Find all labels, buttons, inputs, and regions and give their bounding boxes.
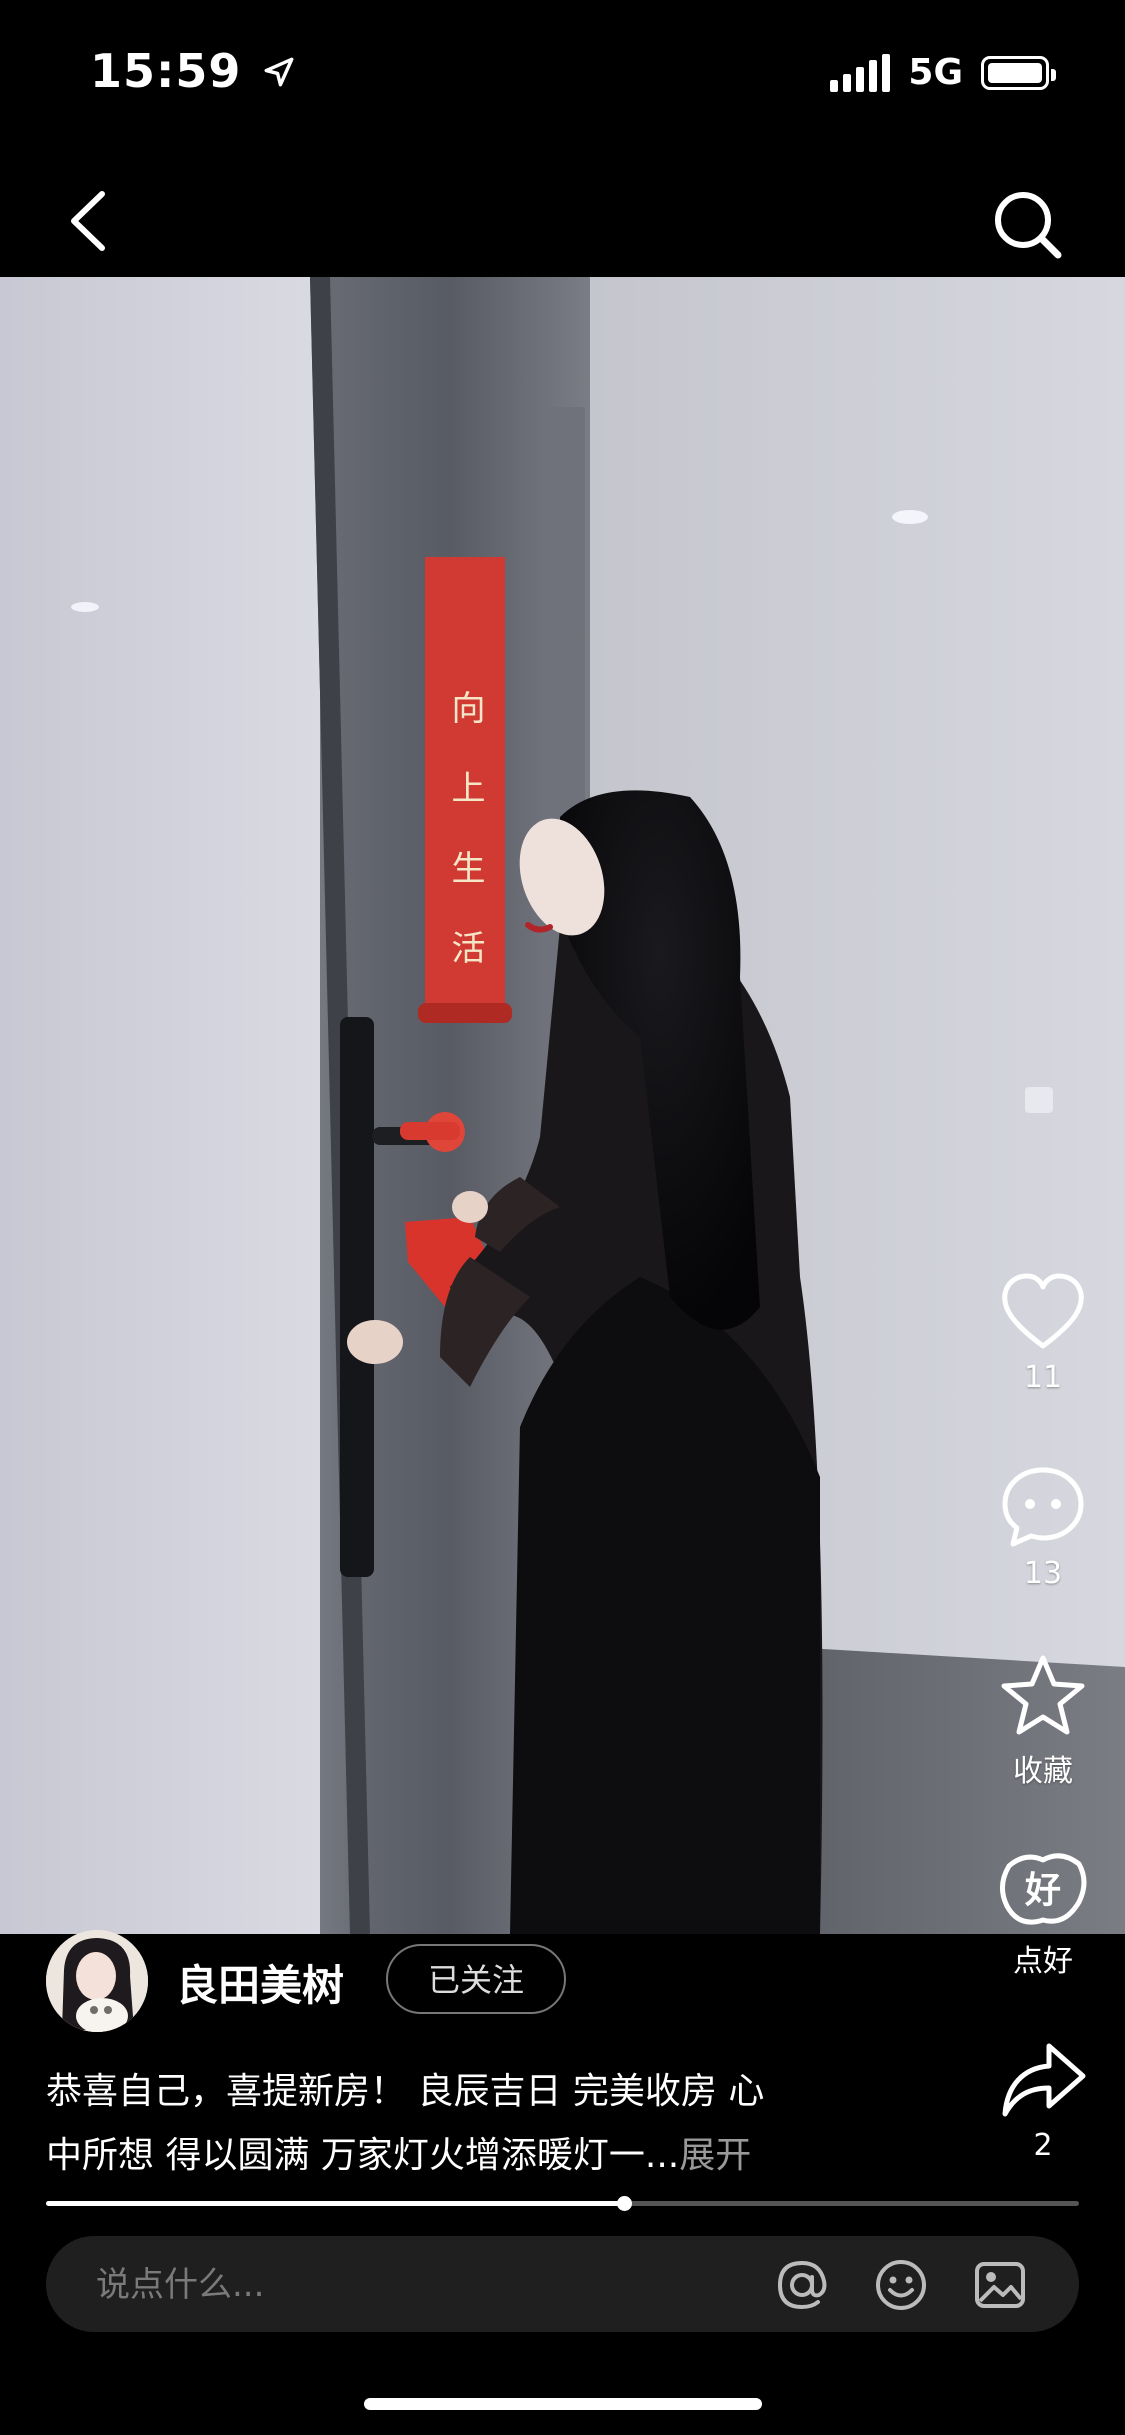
progress-fill [46,2201,625,2206]
video-caption[interactable]: 恭喜自己，喜提新房！ 良辰吉日 完美收房 心 中所想 得以圆满 万家灯火增添暖灯… [46,2060,906,2188]
good-button[interactable]: 好 点好 [989,1846,1097,1980]
emoji-icon[interactable] [873,2257,929,2313]
chevron-left-icon [71,191,105,251]
status-time: 15:59 [90,44,296,98]
comment-bubble-icon [1002,1467,1084,1547]
favorite-label: 收藏 [1013,1754,1073,1789]
caption-line-1: 恭喜自己，喜提新房！ 良辰吉日 完美收房 心 [46,2071,765,2112]
battery-icon [981,55,1056,90]
search-button[interactable] [983,180,1073,270]
status-indicators: 5G [830,52,1056,93]
share-button[interactable]: 2 [989,2038,1097,2163]
comment-button[interactable]: 13 [989,1462,1097,1591]
progress-knob[interactable] [617,2196,633,2211]
network-type: 5G [908,52,963,93]
expand-caption-link[interactable]: 展开 [679,2135,751,2176]
search-icon [995,192,1062,259]
follow-button[interactable]: 已关注 [386,1944,566,2014]
comment-input[interactable] [94,2236,758,2334]
status-time-text: 15:59 [90,44,242,98]
video-player[interactable]: 向上生活 [0,277,1125,1934]
like-button[interactable]: 11 [989,1270,1097,1395]
home-indicator[interactable] [364,2398,762,2410]
good-badge-icon: 好 [1000,1853,1087,1925]
cellular-signal-icon [830,53,891,92]
at-mention-icon[interactable] [774,2257,830,2313]
video-frame: 向上生活 [0,277,1125,1934]
share-count: 2 [1033,2128,1053,2163]
image-picker-icon[interactable] [972,2257,1028,2313]
heart-icon [1002,1273,1084,1349]
favorite-button[interactable]: 收藏 [989,1652,1097,1790]
comment-bar [46,2236,1079,2334]
location-arrow-icon [265,57,294,87]
share-arrow-icon [1002,2043,1086,2117]
caption-line-2: 中所想 得以圆满 万家灯火增添暖灯一...展开 [46,2124,906,2188]
author-name[interactable]: 良田美树 [176,1952,344,2013]
comment-count: 13 [1023,1556,1063,1591]
svg-text:好: 好 [1024,1870,1061,1911]
caption-line-2-text: 中所想 得以圆满 万家灯火增添暖灯一... [46,2135,680,2176]
like-count: 11 [1023,1360,1063,1395]
star-icon [1001,1655,1085,1735]
back-button[interactable] [52,180,132,260]
good-label: 点好 [1013,1944,1073,1979]
avatar-image [46,1930,148,2032]
avatar[interactable] [46,1930,148,2032]
